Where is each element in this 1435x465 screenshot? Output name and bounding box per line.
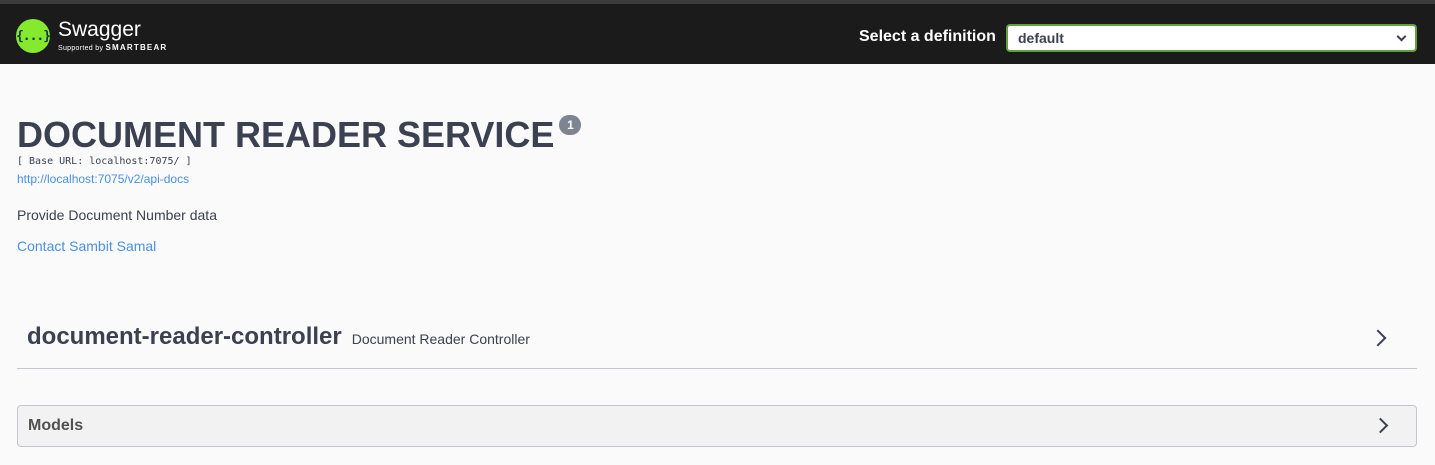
api-docs-link[interactable]: http://localhost:7075/v2/api-docs [17,172,189,186]
supported-prefix: Supported by [58,45,104,52]
definition-select-value: default [1018,30,1064,46]
api-description: Provide Document Number data [17,207,217,223]
tag-name: document-reader-controller [27,323,342,350]
models-title: Models [28,417,84,434]
chevron-down-icon [1396,31,1407,41]
logo-supported-by: Supported by SMARTBEAR [58,43,167,53]
chevron-right-icon [1369,329,1387,347]
smartbear-brand: SMARTBEAR [105,43,168,52]
base-url: [ Base URL: localhost:7075/ ] [17,156,192,167]
logo-text: Swagger Supported by SMARTBEAR [58,19,167,53]
api-title: DOCUMENT READER SERVICE [17,114,555,155]
definition-label: Select a definition [859,28,996,45]
swagger-logo[interactable]: {...} Swagger Supported by SMARTBEAR [16,15,167,57]
definition-select[interactable]: default [1006,24,1417,52]
logo-name: Swagger [58,18,141,41]
version-badge: 1 [559,115,582,135]
page-title: DOCUMENT READER SERVICE 1 [17,114,582,156]
tag-document-reader-controller[interactable]: document-reader-controller Document Read… [17,306,1417,369]
contact-link[interactable]: Contact Sambit Samal [17,238,156,254]
tag-description: Document Reader Controller [351,330,530,347]
chevron-right-icon [1372,417,1389,434]
topbar: {...} Swagger Supported by SMARTBEAR Sel… [0,0,1435,64]
models-section[interactable]: Models [17,405,1417,447]
swagger-logo-icon: {...} [16,19,51,53]
